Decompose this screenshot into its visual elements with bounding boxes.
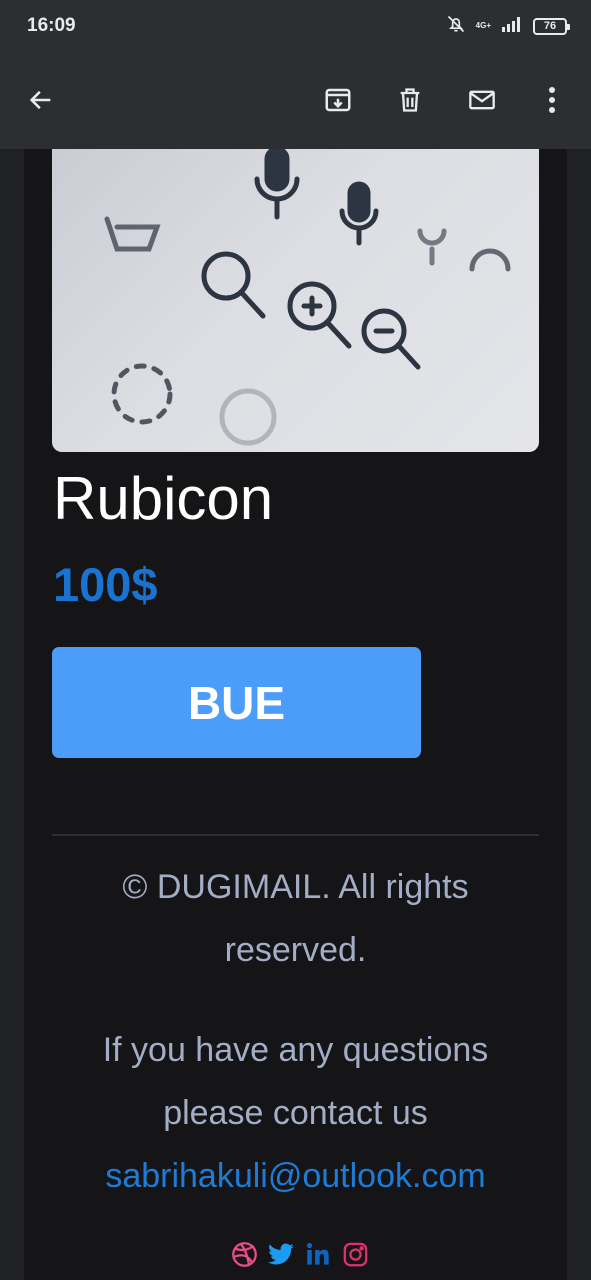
trash-icon — [400, 88, 420, 112]
buy-button[interactable]: BUE — [52, 647, 421, 758]
mail-icon — [469, 90, 495, 110]
product-title: Rubicon — [53, 465, 274, 532]
twitter-icon[interactable] — [268, 1241, 295, 1268]
email-toolbar — [0, 52, 591, 149]
copyright-text: © DUGIMAIL. All rights reserved. — [122, 868, 469, 969]
archive-button[interactable] — [320, 82, 356, 118]
back-button[interactable] — [23, 82, 59, 118]
signal-icon — [501, 16, 523, 37]
arrow-back-icon — [29, 90, 51, 110]
status-bar: 16:09 4G+ 76 — [0, 0, 591, 52]
contact-block: If you have any questions please contact… — [52, 1019, 539, 1208]
status-time: 16:09 — [27, 15, 76, 36]
contact-email-link[interactable]: sabrihakuli@outlook.com — [105, 1157, 485, 1195]
silent-notification-icon — [446, 14, 466, 39]
delete-button[interactable] — [392, 82, 428, 118]
dribbble-icon[interactable] — [231, 1241, 258, 1268]
archive-icon — [325, 88, 351, 112]
footer-divider — [52, 834, 539, 836]
social-links — [231, 1241, 369, 1268]
contact-text: If you have any questions please contact… — [102, 1031, 489, 1132]
mark-unread-button[interactable] — [464, 82, 500, 118]
network-type: 4G+ — [475, 21, 491, 30]
right-gutter — [567, 149, 591, 1280]
left-gutter — [0, 149, 24, 1280]
battery-icon: 76 — [533, 17, 570, 35]
more-vert-icon — [549, 87, 555, 113]
email-body[interactable]: Rubicon 100$ BUE © DUGIMAIL. All rights … — [24, 149, 567, 1280]
more-options-button[interactable] — [534, 82, 570, 118]
product-price: 100$ — [53, 558, 158, 611]
instagram-icon[interactable] — [342, 1241, 369, 1268]
linkedin-icon[interactable] — [305, 1241, 332, 1268]
product-image — [52, 149, 539, 452]
status-icons: 4G+ 76 — [446, 14, 570, 39]
